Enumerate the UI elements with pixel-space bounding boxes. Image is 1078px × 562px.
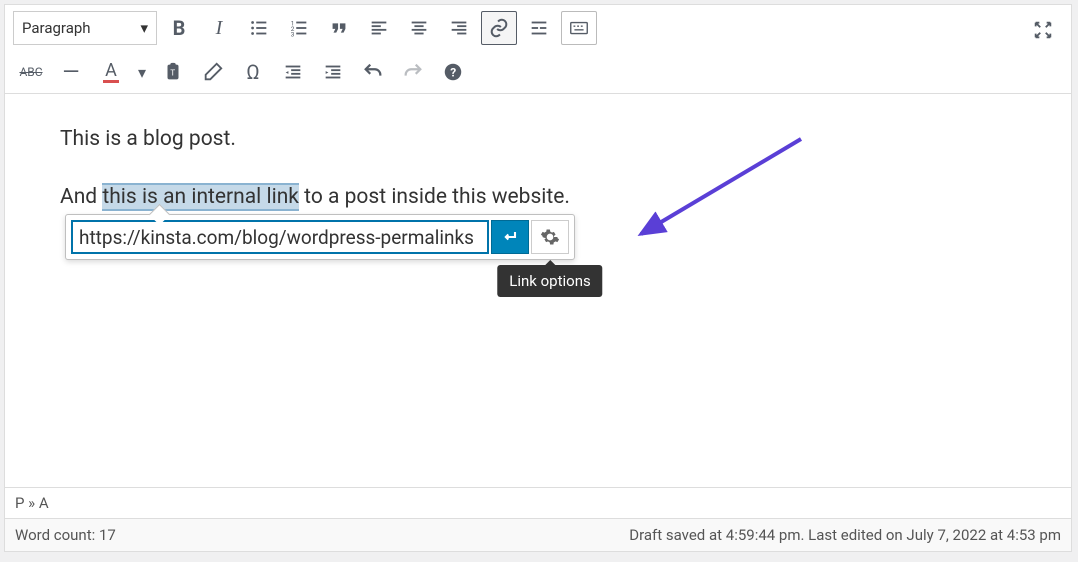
word-count: Word count: 17	[15, 526, 116, 544]
paste-text-button[interactable]: T	[155, 55, 191, 89]
numbered-list-button[interactable]: 123	[281, 11, 317, 45]
chevron-down-icon: ▾	[140, 19, 148, 37]
link-options-tooltip: Link options	[497, 265, 602, 297]
undo-button[interactable]	[355, 55, 391, 89]
apply-link-button[interactable]	[491, 220, 529, 254]
paragraph-1: This is a blog post.	[60, 124, 1016, 156]
format-label: Paragraph	[22, 19, 91, 37]
outdent-icon	[282, 61, 304, 83]
bullet-list-button[interactable]	[241, 11, 277, 45]
align-right-button[interactable]	[441, 11, 477, 45]
toolbar: Paragraph ▾ B I 123	[5, 5, 1071, 94]
indent-button[interactable]	[315, 55, 351, 89]
toolbar-toggle-button[interactable]	[561, 11, 597, 45]
align-left-button[interactable]	[361, 11, 397, 45]
clipboard-icon: T	[162, 61, 184, 83]
italic-button[interactable]: I	[201, 11, 237, 45]
bullet-list-icon	[248, 17, 270, 39]
save-status: Draft saved at 4:59:44 pm. Last edited o…	[629, 526, 1061, 544]
status-bar: Word count: 17 Draft saved at 4:59:44 pm…	[5, 518, 1071, 551]
redo-icon	[402, 61, 424, 83]
fullscreen-icon	[1032, 19, 1054, 41]
special-character-button[interactable]: Ω	[235, 55, 271, 89]
align-center-icon	[408, 17, 430, 39]
link-icon	[488, 17, 510, 39]
redo-button[interactable]	[395, 55, 431, 89]
svg-text:?: ?	[450, 66, 456, 80]
blockquote-button[interactable]	[321, 11, 357, 45]
enter-icon	[500, 227, 520, 247]
quote-icon	[328, 17, 350, 39]
text-color-button[interactable]: A	[93, 55, 129, 89]
read-more-icon	[528, 17, 550, 39]
element-path[interactable]: P » A	[5, 487, 1071, 518]
format-dropdown[interactable]: Paragraph ▾	[13, 11, 157, 45]
align-right-icon	[448, 17, 470, 39]
link-button[interactable]	[481, 11, 517, 45]
help-icon: ?	[442, 61, 464, 83]
keyboard-icon	[568, 17, 590, 39]
gear-icon	[540, 227, 560, 247]
align-center-button[interactable]	[401, 11, 437, 45]
horizontal-rule-button[interactable]: —	[53, 55, 89, 89]
help-button[interactable]: ?	[435, 55, 471, 89]
fullscreen-button[interactable]	[1025, 13, 1061, 47]
link-popup: Link options	[65, 214, 575, 260]
undo-icon	[362, 61, 384, 83]
editor-content[interactable]: This is a blog post. And this is an inte…	[5, 94, 1071, 487]
bold-button[interactable]: B	[161, 11, 197, 45]
paragraph-2: And this is an internal link to a post i…	[60, 182, 1016, 214]
editor-container: Paragraph ▾ B I 123	[4, 4, 1072, 552]
numbered-list-icon: 123	[288, 17, 310, 39]
chevron-down-icon: ▾	[138, 63, 146, 82]
clear-formatting-button[interactable]	[195, 55, 231, 89]
read-more-button[interactable]	[521, 11, 557, 45]
indent-icon	[322, 61, 344, 83]
text-color-dropdown[interactable]: ▾	[133, 55, 151, 89]
selected-link-text: this is an internal link	[102, 183, 299, 211]
strikethrough-button[interactable]: ABC	[13, 55, 49, 89]
align-left-icon	[368, 17, 390, 39]
svg-text:T: T	[170, 69, 175, 79]
link-options-button[interactable]: Link options	[531, 220, 569, 254]
link-url-input[interactable]	[71, 220, 489, 254]
svg-text:3: 3	[291, 30, 295, 38]
eraser-icon	[202, 61, 224, 83]
outdent-button[interactable]	[275, 55, 311, 89]
